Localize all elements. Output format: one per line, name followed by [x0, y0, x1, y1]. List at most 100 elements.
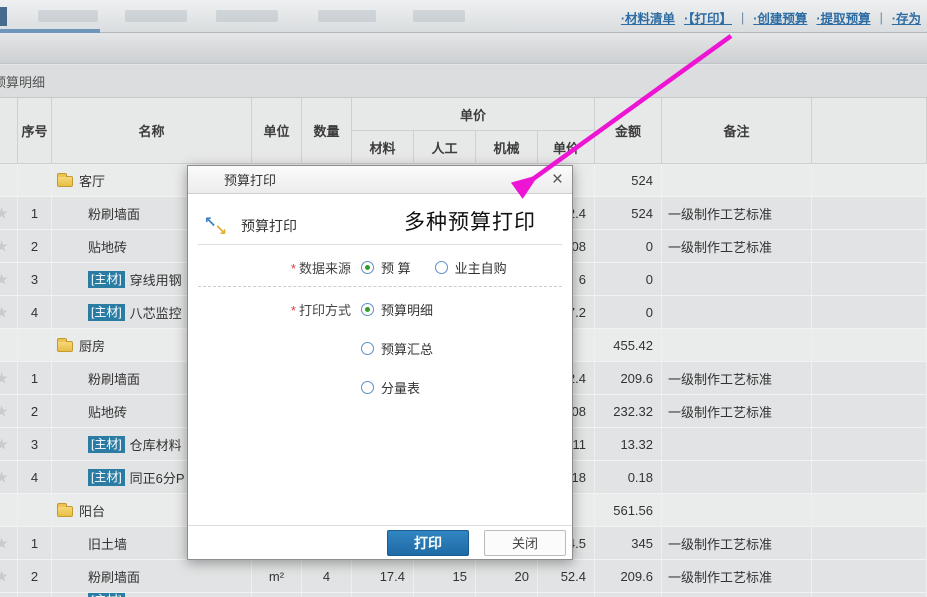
header-amount: 金额	[595, 98, 662, 164]
item-name: 粉刷墙面	[52, 560, 252, 592]
header-star	[0, 98, 18, 164]
main-material-badge: [主材]	[88, 271, 125, 288]
header-qty: 数量	[302, 98, 352, 164]
radio-option[interactable]: 预算汇总	[361, 339, 433, 357]
row-number: 1	[18, 362, 52, 394]
row-number: 1	[18, 527, 52, 559]
toolbar-link[interactable]: ·创建预算	[753, 8, 807, 27]
table-row[interactable]: ★2粉刷墙面m²417.4152052.4209.6一级制作工艺标准	[0, 560, 927, 593]
row-number: 3	[18, 428, 52, 460]
machine-price-cell	[476, 593, 538, 597]
radio-label: 预算汇总	[381, 339, 433, 358]
print-dialog: 预算打印 × ↖↘ 预算打印 多种预算打印 *数据来源预 算业主自购*打印方式预…	[187, 165, 573, 560]
note-cell	[662, 263, 812, 295]
favorite-star-icon[interactable]: ★	[0, 535, 9, 552]
header-extra	[812, 98, 927, 164]
header-material: 材料	[352, 131, 414, 164]
radio-icon[interactable]	[361, 342, 374, 355]
close-button[interactable]: 关闭	[484, 530, 566, 556]
radio-label: 预算明细	[381, 300, 433, 319]
header-unit-price: 单价	[538, 131, 595, 164]
note-cell: 一级制作工艺标准	[662, 230, 812, 262]
amount-cell: 0.18	[595, 461, 662, 493]
note-cell	[662, 461, 812, 493]
tab-ghost[interactable]	[125, 10, 187, 22]
header-seq: 序号	[18, 98, 52, 164]
toolbar-link[interactable]: ·材料清单	[621, 8, 675, 27]
main-material-badge: [主材]	[88, 469, 125, 486]
row-number	[18, 494, 52, 526]
favorite-star-icon[interactable]: ★	[0, 436, 9, 453]
tab-ghost[interactable]	[38, 10, 98, 22]
main-material-badge: [主材]	[88, 304, 125, 321]
note-cell	[662, 164, 812, 196]
amount-cell: 0	[595, 230, 662, 262]
amount-cell: 209.6	[595, 560, 662, 592]
header-machine: 机械	[476, 131, 538, 164]
page-title: 预算明细	[0, 72, 45, 91]
unit-price-cell	[538, 593, 595, 597]
link-separator: |	[741, 11, 744, 25]
link-separator: |	[880, 11, 883, 25]
unit-cell	[252, 593, 302, 597]
tab-ghost[interactable]	[216, 10, 278, 22]
note-cell	[662, 494, 812, 526]
favorite-star-icon[interactable]: ★	[0, 469, 9, 486]
favorite-star-icon[interactable]: ★	[0, 205, 9, 222]
tab-ghost[interactable]	[318, 10, 376, 22]
tab-icon-fragment	[0, 7, 7, 26]
radio-label: 分量表	[381, 378, 420, 397]
labor-price-cell: 15	[414, 560, 476, 592]
note-cell: 一级制作工艺标准	[662, 197, 812, 229]
labor-price-cell	[414, 593, 476, 597]
print-button[interactable]: 打印	[387, 530, 469, 556]
favorite-star-icon[interactable]: ★	[0, 271, 9, 288]
header-note: 备注	[662, 98, 812, 164]
form-field: *数据来源预 算 业主自购	[188, 258, 507, 277]
radio-icon[interactable]	[361, 261, 374, 274]
form-field: *打印方式预算明细预算汇总分量表	[188, 300, 433, 396]
folder-icon	[57, 341, 73, 352]
header-name: 名称	[52, 98, 252, 164]
amount-cell: 13.32	[595, 428, 662, 460]
amount-cell: 0	[595, 263, 662, 295]
toolbar-link[interactable]: ·【打印】	[684, 8, 732, 27]
dialog-footer: 打印关闭	[188, 525, 572, 559]
tutorial-annotation: 多种预算打印	[404, 206, 536, 236]
favorite-star-icon[interactable]: ★	[0, 403, 9, 420]
favorite-star-icon[interactable]: ★	[0, 238, 9, 255]
amount-cell: 455.42	[595, 329, 662, 361]
radio-option[interactable]: 业主自购	[435, 259, 507, 277]
radio-option[interactable]: 预 算	[361, 259, 411, 277]
radio-label: 业主自购	[455, 258, 507, 277]
field-label: *打印方式	[188, 300, 351, 319]
amount-cell	[595, 593, 662, 597]
radio-icon[interactable]	[361, 381, 374, 394]
radio-option[interactable]: 预算明细	[361, 300, 433, 318]
radio-icon[interactable]	[361, 303, 374, 316]
toolbar-link[interactable]: ·提取预算	[816, 8, 870, 27]
item-name: [主材]	[52, 593, 252, 597]
table-row[interactable]: ★[主材]	[0, 593, 927, 597]
note-cell: 一级制作工艺标准	[662, 527, 812, 559]
field-label: *数据来源	[188, 258, 351, 277]
tab-ghost[interactable]	[413, 10, 465, 22]
favorite-star-icon[interactable]: ★	[0, 568, 9, 585]
radio-group: 预算明细预算汇总分量表	[361, 300, 433, 396]
favorite-star-icon[interactable]: ★	[0, 304, 9, 321]
toolbar-link[interactable]: ·存为	[892, 8, 921, 27]
qty-cell: 4	[302, 560, 352, 592]
dialog-titlebar[interactable]: 预算打印	[188, 166, 572, 194]
radio-icon[interactable]	[435, 261, 448, 274]
amount-cell: 345	[595, 527, 662, 559]
note-cell: 一级制作工艺标准	[662, 362, 812, 394]
dialog-subtitle: 预算打印	[241, 216, 297, 236]
dialog-subheader: ↖↘ 预算打印	[206, 216, 297, 236]
folder-icon	[57, 176, 73, 187]
radio-option[interactable]: 分量表	[361, 378, 433, 396]
table-header: 序号 名称 单位 数量 单价 金额 备注 材料 人工 机械 单价	[0, 98, 927, 164]
favorite-star-icon[interactable]: ★	[0, 370, 9, 387]
note-cell: 一级制作工艺标准	[662, 395, 812, 427]
row-number	[18, 593, 52, 597]
close-icon[interactable]: ×	[552, 169, 563, 191]
